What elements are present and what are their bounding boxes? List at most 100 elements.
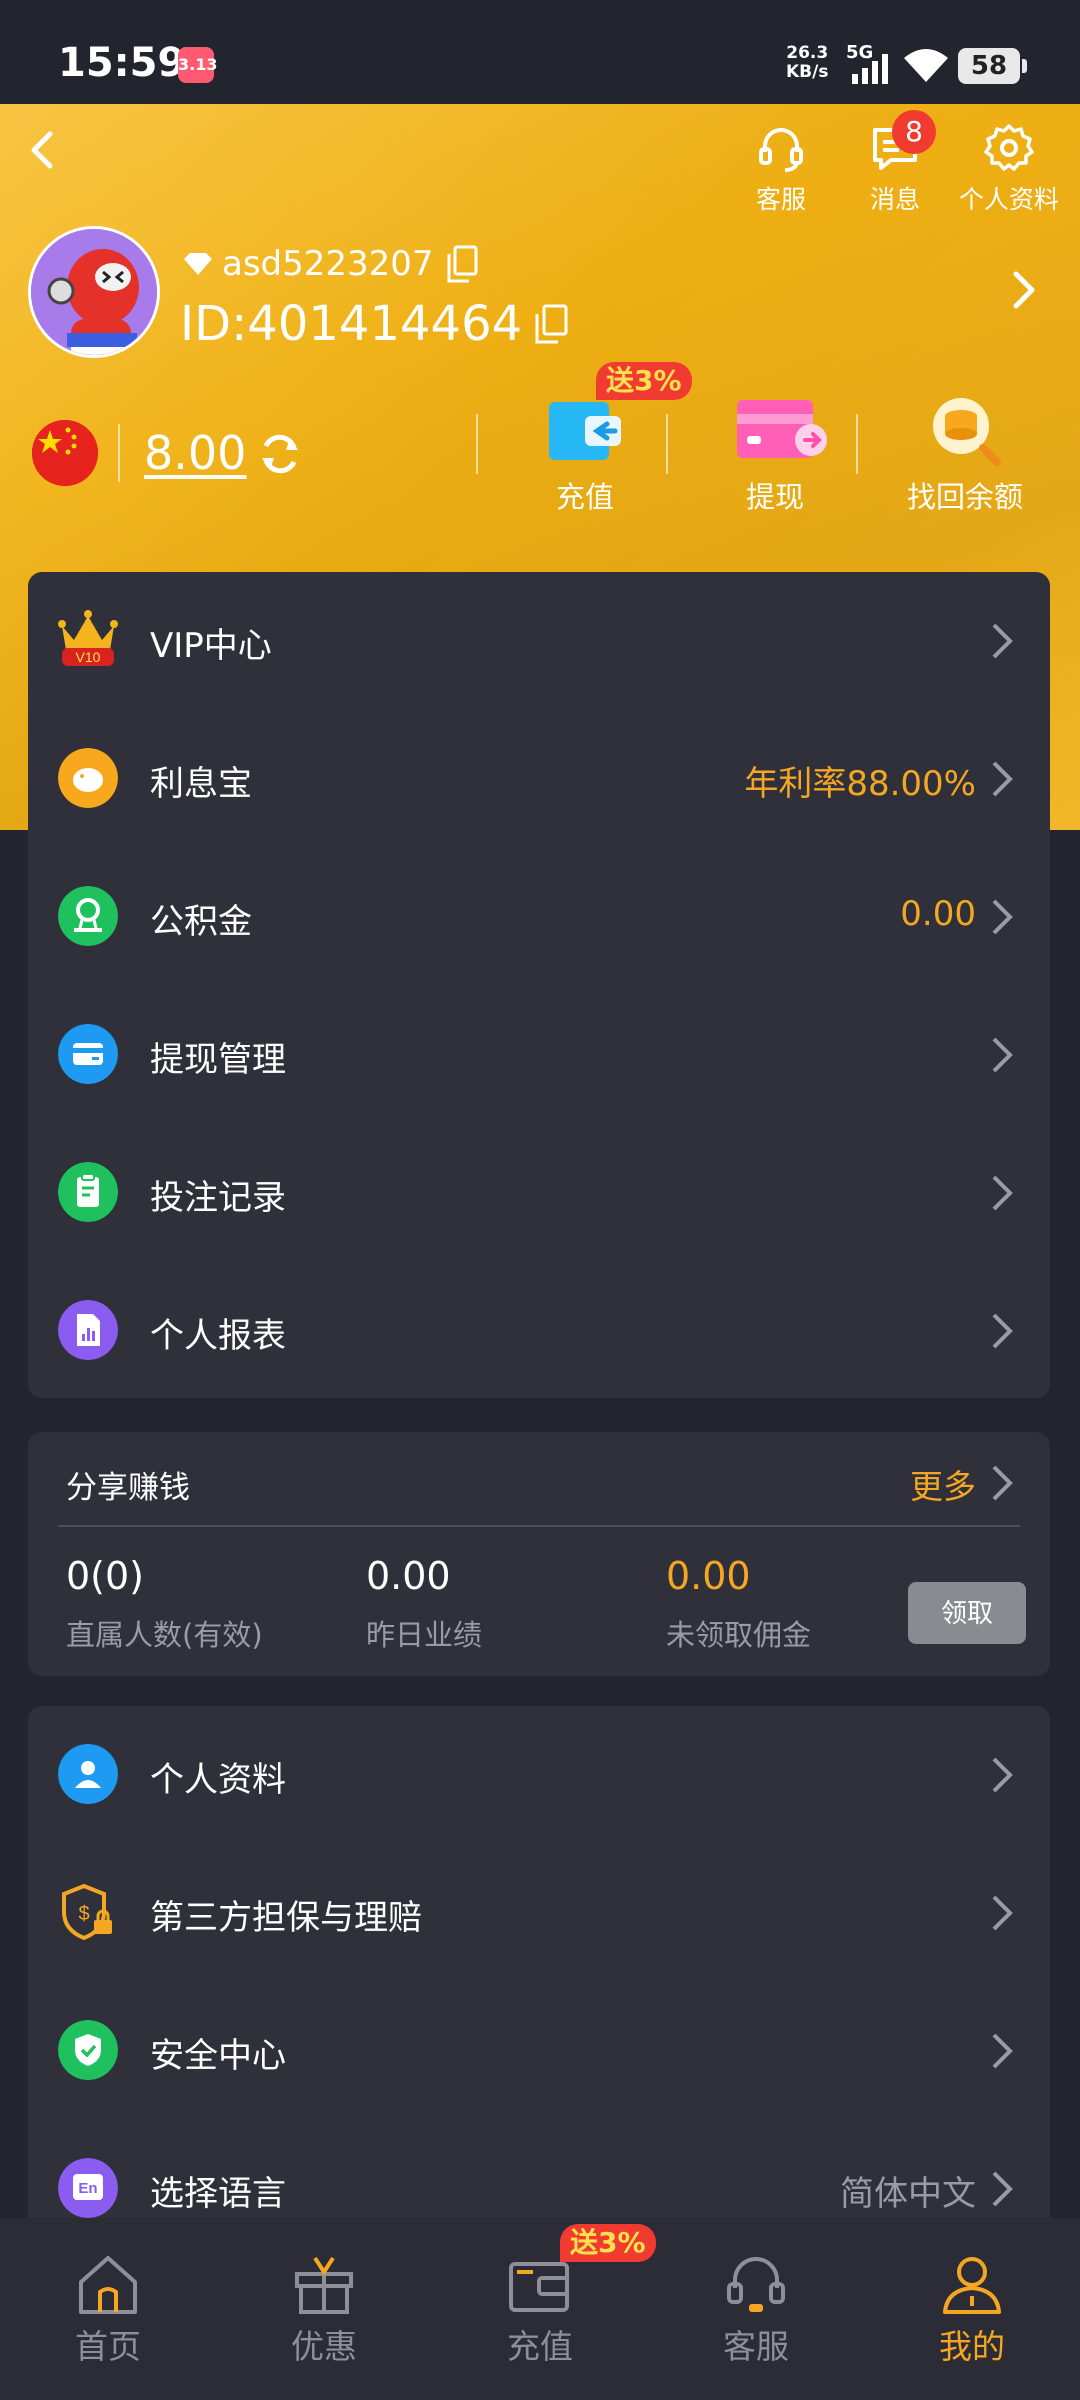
nav-customer-service[interactable]: 客服 xyxy=(686,2252,826,2368)
menu-item-fund[interactable]: 公积金 0.00 xyxy=(28,848,1050,986)
vip-level-badge: V10 xyxy=(76,649,101,665)
security-shield-icon xyxy=(58,2020,118,2080)
messages-count-badge: 8 xyxy=(892,110,936,154)
claim-button[interactable]: 领取 xyxy=(908,1582,1026,1644)
interest-rate-value: 年利率88.00% xyxy=(744,764,976,804)
menu-item-security-center[interactable]: 安全中心 xyxy=(28,1982,1050,2120)
recover-coins-icon xyxy=(933,398,1001,466)
back-button[interactable] xyxy=(18,122,68,178)
chevron-right-icon xyxy=(992,761,1013,797)
menu-item-third-party-guarantee[interactable]: $ 第三方担保与理赔 xyxy=(28,1844,1050,1982)
chevron-right-icon xyxy=(992,1313,1013,1349)
menu-item-vip-center[interactable]: V10 VIP中心 xyxy=(28,572,1050,710)
language-icon: En xyxy=(58,2158,118,2218)
customer-service-label: 客服 xyxy=(755,185,806,214)
balance-amount[interactable]: 8.00 xyxy=(144,426,246,480)
chevron-right-icon[interactable] xyxy=(990,1464,1014,1502)
chevron-right-icon xyxy=(992,623,1013,659)
svg-text:$: $ xyxy=(78,1903,89,1925)
nav-label: 充值 xyxy=(507,2327,573,2366)
nav-mine[interactable]: 我的 xyxy=(902,2252,1042,2368)
menu-label: 安全中心 xyxy=(150,2036,286,2076)
chevron-right-icon xyxy=(992,1757,1013,1793)
fund-value: 0.00 xyxy=(900,894,976,934)
direct-members-value: 0(0) xyxy=(66,1554,145,1598)
menu-label: 投注记录 xyxy=(150,1178,286,1218)
gear-icon xyxy=(984,124,1034,171)
share-earn-card: 分享赚钱 更多 0(0) 直属人数(有效) 0.00 昨日业绩 0.00 未领取… xyxy=(28,1432,1050,1676)
nav-deposit-bonus-badge: 送3% xyxy=(560,2224,656,2262)
chevron-right-icon xyxy=(992,2171,1013,2207)
messages-label: 消息 xyxy=(869,185,920,214)
copy-id-icon[interactable] xyxy=(534,304,568,344)
refresh-icon[interactable] xyxy=(256,430,304,478)
unclaimed-commission-value: 0.00 xyxy=(666,1554,751,1598)
nav-home[interactable]: 首页 xyxy=(38,2252,178,2368)
deposit-bonus-badge: 送3% xyxy=(596,362,692,400)
menu-label: 提现管理 xyxy=(150,1040,286,1080)
chevron-right-icon xyxy=(992,2033,1013,2069)
signal-icon xyxy=(852,54,888,84)
menu-item-interest[interactable]: 利息宝 年利率88.00% xyxy=(28,710,1050,848)
avatar[interactable] xyxy=(28,226,160,358)
nav-label: 我的 xyxy=(939,2327,1005,2366)
app-notification-icon: 3.13 xyxy=(178,47,217,83)
menu-item-personal-report[interactable]: 个人报表 xyxy=(28,1262,1050,1400)
menu-label: 第三方担保与理赔 xyxy=(150,1898,422,1938)
headset-icon xyxy=(759,128,803,172)
vip-diamond-icon xyxy=(184,253,212,275)
settings-menu-card: 个人资料 $ 第三方担保与理赔 安全中心 En 选择语言 简体中文 xyxy=(28,1706,1050,2218)
menu-label: 个人资料 xyxy=(150,1760,286,1800)
menu-item-profile[interactable]: 个人资料 xyxy=(28,1706,1050,1844)
deposit-button[interactable]: 充值 xyxy=(500,392,670,516)
profile-chevron-right-icon[interactable] xyxy=(1006,268,1042,312)
chevron-right-icon xyxy=(992,1037,1013,1073)
profile-settings-button[interactable]: 个人资料 xyxy=(954,122,1064,216)
language-value: 简体中文 xyxy=(840,2174,976,2214)
home-icon xyxy=(79,2256,137,2314)
card-icon xyxy=(58,1024,118,1084)
balance-divider xyxy=(118,424,120,482)
deposit-wallet-icon xyxy=(549,402,621,460)
nav-promotions[interactable]: 优惠 xyxy=(254,2252,394,2368)
username-row: asd5223207 xyxy=(182,244,478,284)
customer-service-button[interactable]: 客服 xyxy=(726,122,836,216)
menu-label: 利息宝 xyxy=(150,764,252,804)
chevron-right-icon xyxy=(992,1175,1013,1211)
wifi-icon xyxy=(904,49,948,82)
withdraw-card-icon xyxy=(737,400,827,458)
recover-balance-button[interactable]: 找回余额 xyxy=(880,392,1050,516)
profile-icon xyxy=(943,2257,1001,2314)
headset-icon xyxy=(727,2257,785,2312)
menu-item-withdraw-management[interactable]: 提现管理 xyxy=(28,986,1050,1124)
menu-label: 选择语言 xyxy=(150,2174,286,2214)
copy-username-icon[interactable] xyxy=(446,245,478,283)
language-icon-text: En xyxy=(78,2180,97,2197)
yesterday-performance-value: 0.00 xyxy=(366,1554,451,1598)
share-more-link[interactable]: 更多 xyxy=(910,1460,976,1508)
menu-item-bet-records[interactable]: 投注记录 xyxy=(28,1124,1050,1262)
direct-members-label: 直属人数(有效) xyxy=(66,1618,263,1652)
nav-deposit[interactable]: 充值 xyxy=(470,2252,610,2368)
share-title: 分享赚钱 xyxy=(66,1470,190,1506)
network-speed: 26.3 KB/s xyxy=(786,44,828,82)
user-id: ID:401414464 xyxy=(180,296,523,352)
status-bar: 15:59 3.13 26.3 KB/s 5G 58 xyxy=(0,0,1080,104)
piggy-bank-icon xyxy=(58,748,118,808)
robot-avatar-image xyxy=(31,229,157,355)
divider xyxy=(476,414,478,474)
chevron-right-icon xyxy=(992,1895,1013,1931)
recover-balance-label: 找回余额 xyxy=(906,480,1023,514)
user-id-row: ID:401414464 xyxy=(180,296,568,352)
withdraw-button[interactable]: 提现 xyxy=(690,392,860,516)
status-time: 15:59 xyxy=(58,40,186,86)
report-icon xyxy=(58,1300,118,1360)
deposit-label: 充值 xyxy=(555,480,614,514)
bottom-navigation: 首页 优惠 充值 送3% 客服 我的 xyxy=(0,2218,1080,2400)
withdraw-label: 提现 xyxy=(745,480,804,514)
china-flag-icon xyxy=(32,420,98,486)
messages-button[interactable]: 消息 8 xyxy=(840,110,950,216)
user-icon xyxy=(58,1744,118,1804)
menu-label: VIP中心 xyxy=(150,626,272,666)
profile-settings-label: 个人资料 xyxy=(958,185,1059,214)
